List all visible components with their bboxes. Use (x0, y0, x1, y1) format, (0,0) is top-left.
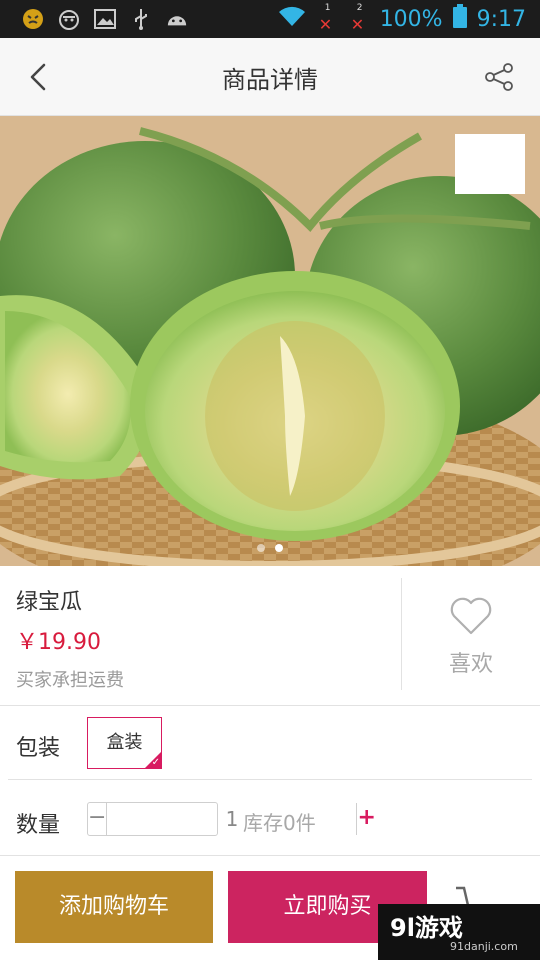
package-option-label: 盒装 (106, 732, 143, 753)
clock: 9:17 (476, 6, 526, 32)
heart-icon (450, 597, 492, 635)
like-button[interactable]: 喜欢 (402, 566, 540, 706)
add-to-cart-button[interactable]: 添加购物车 (15, 871, 213, 943)
signal-icon: 2 ✕ (350, 3, 365, 34)
watermark-brand: 9l游戏 (390, 914, 463, 942)
status-bar: 1 ✕ 2 ✕ 100% 9:17 (0, 0, 540, 38)
emoji-icon (22, 8, 44, 30)
signal-icon: 1 ✕ (318, 3, 333, 34)
share-icon (485, 63, 513, 91)
battery-icon (452, 4, 467, 34)
package-option-box[interactable]: 盒装 ✓ (87, 717, 162, 769)
melon-photo (0, 116, 540, 566)
shipping-note: 买家承担运费 (16, 670, 124, 691)
watermark: 9l游戏 91danji.com (378, 904, 540, 960)
quantity-row: 数量 − + 库存0件 (0, 780, 540, 856)
quantity-stepper: − + (87, 802, 376, 836)
face-icon (58, 8, 80, 30)
title-bar: 商品详情 (0, 38, 540, 116)
package-row: 包装 盒装 ✓ (0, 706, 540, 780)
quantity-input[interactable] (107, 803, 357, 835)
product-info: 绿宝瓜 ￥19.90 买家承担运费 喜欢 (0, 566, 540, 706)
image-icon (94, 8, 116, 30)
battery-percent: 100% (379, 6, 443, 32)
like-label: 喜欢 (448, 652, 493, 677)
gallery-pagination (0, 544, 540, 552)
product-price: ￥19.90 (16, 630, 101, 655)
quantity-decrease-button[interactable]: − (88, 803, 108, 835)
page-title: 商品详情 (222, 66, 318, 94)
quantity-increase-button[interactable]: + (356, 803, 376, 835)
check-icon: ✓ (151, 757, 160, 768)
usb-icon (130, 8, 152, 30)
android-icon (166, 8, 188, 30)
gallery-dot[interactable] (257, 544, 265, 552)
product-name: 绿宝瓜 (16, 590, 83, 615)
gallery-dot-active[interactable] (275, 544, 283, 552)
package-label: 包装 (16, 736, 61, 761)
product-image-gallery[interactable] (0, 116, 540, 566)
stock-text: 库存0件 (243, 811, 316, 835)
quantity-label: 数量 (16, 813, 61, 838)
share-button[interactable] (482, 60, 516, 94)
watermark-url: 91danji.com (450, 940, 518, 953)
wifi-icon (278, 5, 306, 33)
